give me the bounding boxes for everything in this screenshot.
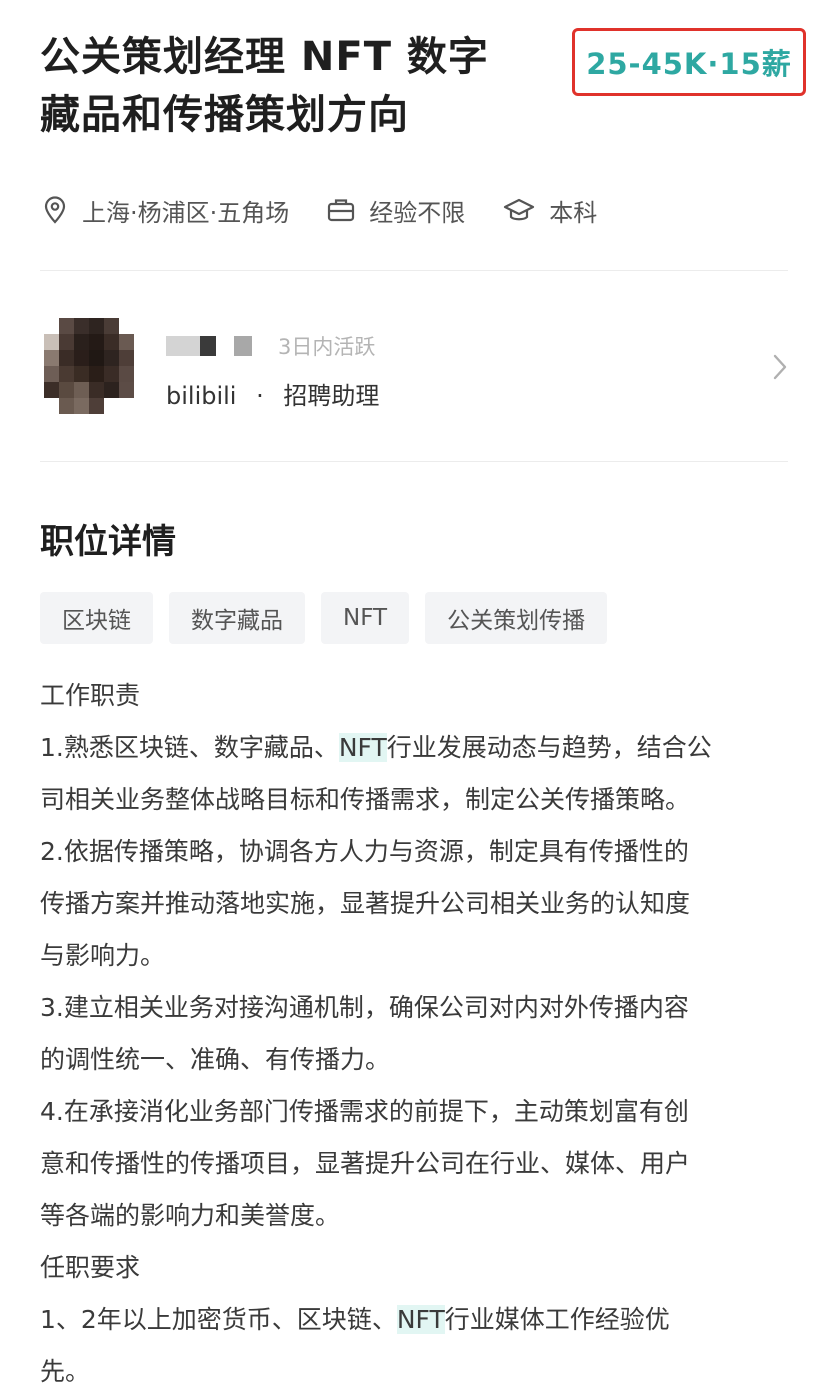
description-line: 工作职责 (40, 670, 800, 722)
salary: 25-45K·15薪 (586, 47, 792, 81)
company-name: bilibili (166, 382, 237, 410)
graduation-cap-icon (504, 198, 535, 221)
text: 行业发展动态与趋势，结合公 (386, 733, 712, 762)
description-line: 1.熟悉区块链、数字藏品、NFT行业发展动态与趋势，结合公 (40, 722, 800, 774)
chevron-right-icon[interactable] (770, 352, 790, 382)
description-line: 任职要求 (40, 1242, 800, 1294)
description-line: 1、2年以上加密货币、区块链、NFT行业媒体工作经验优 (40, 1294, 800, 1346)
text: 等各端的影响力和美誉度。 (40, 1201, 341, 1230)
job-description: 工作职责 1.熟悉区块链、数字藏品、NFT行业发展动态与趋势，结合公 司相关业务… (40, 670, 800, 1398)
description-line: 意和传播性的传播项目，显著提升公司在行业、媒体、用户 (40, 1138, 800, 1190)
location-text: 上海·杨浦区·五角场 (82, 198, 290, 227)
text: 行业媒体工作经验优 (444, 1305, 670, 1334)
recruiter-company-role: bilibili · 招聘助理 (166, 376, 379, 411)
recruiter-name-blurred (166, 334, 252, 358)
experience-text: 经验不限 (369, 198, 466, 227)
tag-list: 区块链 数字藏品 NFT 公关策划传播 (40, 592, 623, 644)
description-line: 与影响力。 (40, 930, 800, 982)
text: 2.依据传播策略，协调各方人力与资源，制定具有传播性的 (40, 837, 689, 866)
avatar (44, 318, 134, 414)
text: 3.建立相关业务对接沟通机制，确保公司对内对外传播内容 (40, 993, 689, 1022)
job-title-line-1: 公关策划经理 NFT 数字 (40, 34, 489, 80)
section-title: 职位详情 (40, 522, 176, 562)
briefcase-icon (328, 199, 355, 222)
keyword-highlight: NFT (338, 733, 387, 762)
description-line: 3.建立相关业务对接沟通机制，确保公司对内对外传播内容 (40, 982, 800, 1034)
text: 的调性统一、准确、有传播力。 (40, 1045, 391, 1074)
job-title: 公关策划经理 NFT 数字 藏品和传播策划方向 (40, 28, 560, 144)
description-line: 司相关业务整体战略目标和传播需求，制定公关传播策略。 (40, 774, 800, 826)
divider (40, 270, 788, 271)
tag: 数字藏品 (169, 592, 305, 644)
description-line: 4.在承接消化业务部门传播需求的前提下，主动策划富有创 (40, 1086, 800, 1138)
text: 意和传播性的传播项目，显著提升公司在行业、媒体、用户 (40, 1149, 691, 1178)
education-text: 本科 (549, 198, 598, 227)
text: 与影响力。 (40, 941, 166, 970)
text: 工作职责 (40, 681, 141, 710)
job-title-line-2: 藏品和传播策划方向 (40, 92, 409, 138)
job-meta-row: 上海·杨浦区·五角场 经验不限 本科 (42, 188, 635, 232)
job-detail-page: 公关策划经理 NFT 数字 藏品和传播策划方向 25-45K·15薪 上海·杨浦… (0, 0, 828, 1386)
location-item: 上海·杨浦区·五角场 (42, 193, 289, 228)
description-line: 先。 (40, 1346, 800, 1398)
description-line: 等各端的影响力和美誉度。 (40, 1190, 800, 1242)
text: 传播方案并推动落地实施，显著提升公司相关业务的认知度 (40, 889, 691, 918)
location-pin-icon (44, 196, 66, 224)
text: 司相关业务整体战略目标和传播需求，制定公关传播策略。 (40, 785, 691, 814)
tag: 区块链 (40, 592, 153, 644)
education-item: 本科 (503, 193, 597, 228)
text: 1、2年以上加密货币、区块链、 (40, 1305, 397, 1334)
experience-item: 经验不限 (327, 193, 465, 228)
tag: NFT (321, 592, 410, 644)
text: 任职要求 (40, 1253, 141, 1282)
text: 4.在承接消化业务部门传播需求的前提下，主动策划富有创 (40, 1097, 689, 1126)
divider (40, 461, 788, 462)
active-status: 3日内活跃 (278, 335, 376, 359)
text: 1.熟悉区块链、数字藏品、 (40, 733, 339, 762)
keyword-highlight: NFT (396, 1305, 445, 1334)
recruiter-role: 招聘助理 (283, 382, 380, 410)
description-line: 2.依据传播策略，协调各方人力与资源，制定具有传播性的 (40, 826, 800, 878)
separator: · (256, 382, 264, 410)
salary-highlight-box: 25-45K·15薪 (572, 28, 806, 96)
tag: 公关策划传播 (425, 592, 608, 644)
description-line: 传播方案并推动落地实施，显著提升公司相关业务的认知度 (40, 878, 800, 930)
description-line: 的调性统一、准确、有传播力。 (40, 1034, 800, 1086)
text: 先。 (40, 1357, 91, 1386)
